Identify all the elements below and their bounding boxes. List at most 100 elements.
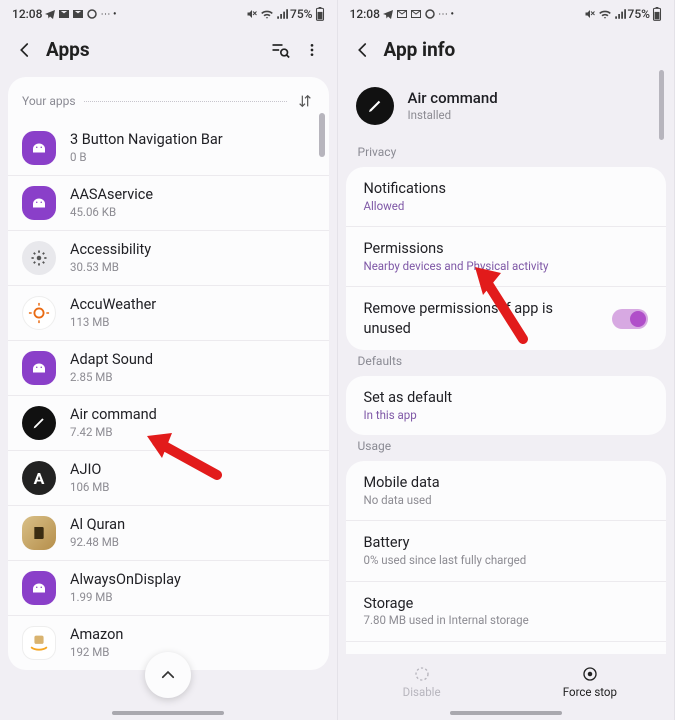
wifi-icon [260, 8, 274, 20]
row-battery[interactable]: Battery 0% used since last fully charged [346, 521, 667, 581]
app-size: 1.99 MB [70, 590, 315, 605]
setting-title: Storage [364, 594, 649, 614]
your-apps-section: Your apps [8, 77, 329, 121]
setting-sub: No data used [364, 493, 649, 509]
app-row-accuweather[interactable]: AccuWeather 113 MB [8, 286, 329, 341]
book-icon [31, 525, 47, 541]
app-name: Adapt Sound [70, 351, 315, 370]
setting-sub: Allowed [364, 199, 649, 215]
app-row-ajio[interactable]: A AJIO 106 MB [8, 451, 329, 506]
status-time: 12:08 [12, 7, 42, 21]
mail-icon [410, 8, 422, 20]
group-privacy: Privacy [338, 141, 675, 167]
home-indicator[interactable] [450, 711, 562, 715]
setting-title: Battery [364, 533, 649, 553]
app-size: 7.42 MB [70, 425, 315, 440]
row-notifications[interactable]: Notifications Allowed [346, 167, 667, 227]
battery-icon [652, 7, 662, 21]
bottom-bar: Disable Force stop [338, 654, 675, 710]
forcestop-button[interactable]: Force stop [506, 654, 674, 710]
app-name: AASAservice [70, 186, 315, 205]
forcestop-label: Force stop [563, 685, 617, 699]
app-name: AccuWeather [70, 296, 315, 315]
row-mobiledata[interactable]: Mobile data No data used [346, 461, 667, 521]
row-permissions[interactable]: Permissions Nearby devices and Physical … [346, 227, 667, 287]
scrollbar[interactable] [319, 113, 325, 157]
app-size: 92.48 MB [70, 535, 315, 550]
apps-header: Apps [0, 28, 337, 77]
row-remove-permissions[interactable]: Remove permissions if app is unused [346, 287, 667, 350]
disable-icon [413, 665, 431, 683]
app-name: 3 Button Navigation Bar [70, 131, 315, 150]
wifi-icon [598, 8, 612, 20]
app-size: 113 MB [70, 315, 315, 330]
setting-sub: In this app [364, 408, 649, 424]
mail-icon [58, 8, 70, 20]
signal-icon [276, 8, 288, 20]
setting-title: Set as default [364, 388, 649, 408]
app-size: 192 MB [70, 645, 315, 660]
signal-icon [614, 8, 626, 20]
group-defaults: Defaults [338, 350, 675, 376]
appinfo-header: App info [338, 28, 675, 77]
statusbar: 12:08 ⋯ • 75% [0, 0, 337, 28]
scrollbar[interactable] [659, 70, 664, 140]
sort-button[interactable] [295, 91, 315, 111]
app-row-adaptsound[interactable]: Adapt Sound 2.85 MB [8, 341, 329, 396]
app-row-aircommand[interactable]: Air command 7.42 MB [8, 396, 329, 451]
sync-icon [424, 8, 436, 20]
app-size: 30.53 MB [70, 260, 315, 275]
section-divider [84, 101, 287, 102]
section-label: Your apps [22, 94, 76, 108]
app-name: Amazon [70, 626, 315, 645]
forcestop-icon [581, 665, 599, 683]
chevron-up-icon [159, 666, 177, 684]
app-row-accessibility[interactable]: Accessibility 30.53 MB [8, 231, 329, 286]
app-row-aasa[interactable]: AASAservice 45.06 KB [8, 176, 329, 231]
more-indicator: ⋯ • [100, 9, 116, 20]
app-icon [22, 351, 56, 385]
android-icon [30, 581, 48, 595]
app-status: Installed [408, 108, 498, 123]
app-size: 2.85 MB [70, 370, 315, 385]
app-size: 106 MB [70, 480, 315, 495]
app-icon [22, 516, 56, 550]
mute-icon [246, 8, 258, 20]
search-filter-button[interactable] [269, 39, 291, 61]
app-icon [356, 87, 394, 125]
app-row-3button[interactable]: 3 Button Navigation Bar 0 B [8, 121, 329, 176]
status-time: 12:08 [350, 7, 380, 21]
android-icon [30, 196, 48, 210]
chevron-left-icon [16, 41, 34, 59]
more-button[interactable] [301, 39, 323, 61]
scroll-top-button[interactable] [145, 652, 191, 698]
amazon-icon [28, 632, 50, 654]
app-name: AJIO [70, 461, 315, 480]
disable-button: Disable [338, 654, 506, 710]
app-row-alquran[interactable]: Al Quran 92.48 MB [8, 506, 329, 561]
app-icon [22, 626, 56, 660]
page-title: Apps [46, 38, 259, 61]
back-button[interactable] [14, 39, 36, 61]
battery-pct: 75% [628, 7, 650, 21]
row-setdefault[interactable]: Set as default In this app [346, 376, 667, 435]
battery-pct: 75% [290, 7, 312, 21]
app-size: 45.06 KB [70, 205, 315, 220]
setting-title: Notifications [364, 179, 649, 199]
telegram-icon [382, 8, 394, 20]
statusbar: 12:08 ⋯ • 75% [338, 0, 675, 28]
disable-label: Disable [403, 685, 441, 699]
battery-icon [315, 7, 325, 21]
android-icon [30, 361, 48, 375]
privacy-card: Notifications Allowed Permissions Nearby… [346, 167, 667, 350]
remove-permissions-toggle[interactable] [612, 309, 648, 329]
app-icon [22, 186, 56, 220]
home-indicator[interactable] [112, 711, 224, 715]
mail-icon [72, 8, 84, 20]
app-row-aod[interactable]: AlwaysOnDisplay 1.99 MB [8, 561, 329, 616]
back-button[interactable] [352, 39, 374, 61]
chevron-left-icon [354, 41, 372, 59]
app-title: Air command [408, 89, 498, 109]
app-icon [22, 406, 56, 440]
row-storage[interactable]: Storage 7.80 MB used in Internal storage [346, 582, 667, 642]
